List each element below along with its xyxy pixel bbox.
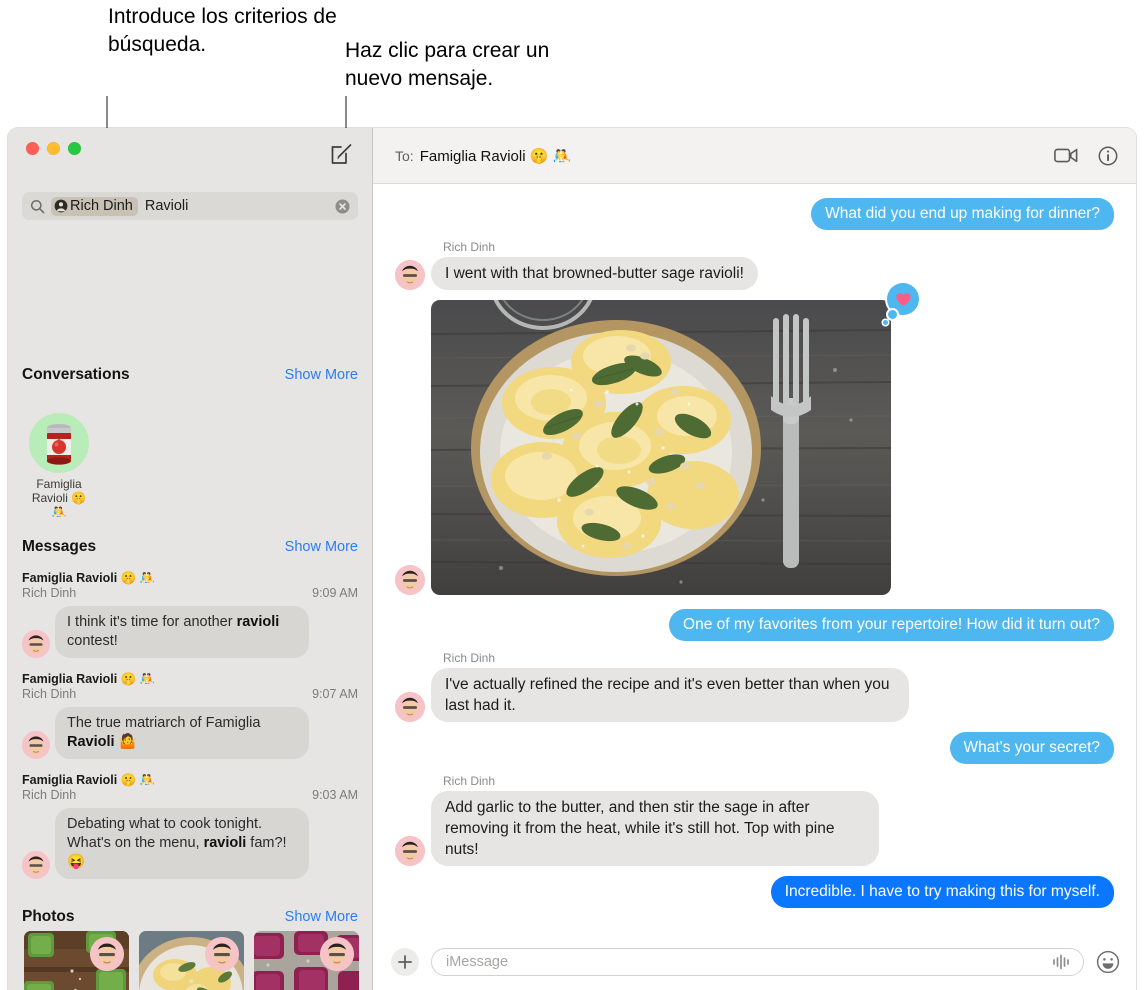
audio-waveform-icon[interactable] [1051,954,1077,970]
conversation-pane: To: Famiglia Ravioli 🤫 🤼 What did you en… [373,128,1136,990]
plate-of-sage-butter-ravioli-photo [431,300,891,595]
message-result-sender: Rich Dinh [22,586,77,600]
photo-result-item[interactable] [139,931,244,990]
message-result-sender: Rich Dinh [22,687,77,701]
message-result-time: 9:07 AM [312,687,358,701]
message-input[interactable]: iMessage [431,948,1084,976]
search-bar[interactable]: Rich Dinh Ravioli [22,192,358,220]
message-input-placeholder: iMessage [446,954,509,970]
search-token-rich-dinh[interactable]: Rich Dinh [51,196,138,216]
section-title-conversations: Conversations [22,366,130,383]
message-result-bubble: Debating what to cook tonight. What's on… [55,808,309,879]
close-button[interactable] [26,142,39,155]
maximize-button[interactable] [68,142,81,155]
message-result-conversation: Famiglia Ravioli 🤫 🤼 [22,571,156,585]
message-text-part: 🤷 [114,734,137,750]
message-result-item[interactable]: Famiglia Ravioli 🤫 🤼 Rich Dinh 9:03 AM D… [22,773,358,879]
message-result-sender: Rich Dinh [22,788,77,802]
message-result-conversation: Famiglia Ravioli 🤫 🤼 [22,672,156,686]
message-text-part: I think it's time for another [67,614,237,630]
heart-reaction-badge[interactable] [883,283,919,325]
minimize-button[interactable] [47,142,60,155]
memoji-avatar [395,692,425,722]
info-circle-icon[interactable] [1098,146,1118,166]
message-row: One of my favorites from your repertoire… [395,609,1114,641]
message-sender-name: Rich Dinh [443,240,496,254]
conversation-result-name: Famiglia Ravioli 🤫 🤼 [31,477,87,519]
conversation-result-item[interactable]: Famiglia Ravioli 🤫 🤼 [24,413,94,519]
person-circle-icon [54,199,68,212]
message-row: Rich Dinh I went with that browned-butte… [395,240,1114,290]
section-title-messages: Messages [22,538,97,555]
conversation-header: To: Famiglia Ravioli 🤫 🤼 [373,128,1136,184]
message-result-time: 9:09 AM [312,586,358,600]
message-result-time: 9:03 AM [312,788,358,802]
smiley-face-icon[interactable] [1096,950,1120,974]
section-title-photos: Photos [22,908,75,925]
message-text-highlight: ravioli [203,835,247,851]
window-controls [26,142,81,155]
show-more-conversations[interactable]: Show More [285,367,358,383]
message-row: Rich Dinh I've actually refined the reci… [395,651,1114,722]
message-text-highlight: Ravioli [67,734,115,750]
message-thread[interactable]: What did you end up making for dinner? R… [373,184,1136,934]
canned-tomato-icon [29,413,89,473]
photo-results-row [24,931,359,990]
message-result-item[interactable]: Famiglia Ravioli 🤫 🤼 Rich Dinh 9:07 AM T… [22,672,358,759]
messages-window: Rich Dinh Ravioli Conversations Show Mor… [8,128,1136,990]
callout-compose-text: Haz clic para crear un nuevo mensaje. [345,39,550,90]
incoming-message-bubble: I've actually refined the recipe and it'… [431,668,909,722]
message-text-highlight: ravioli [236,614,280,630]
message-result-item[interactable]: Famiglia Ravioli 🤫 🤼 Rich Dinh 9:09 AM I… [22,571,358,658]
message-composer: iMessage [373,934,1136,990]
memoji-avatar [22,731,50,759]
memoji-avatar [22,630,50,658]
message-sender-name: Rich Dinh [443,651,496,665]
message-row: Incredible. I have to try making this fo… [395,876,1114,908]
show-more-photos[interactable]: Show More [285,909,358,925]
to-label: To: [395,147,414,164]
section-header-messages: Messages Show More [22,538,358,556]
outgoing-message-bubble: Incredible. I have to try making this fo… [770,876,1114,908]
section-header-conversations: Conversations Show More [22,366,358,384]
video-camera-icon[interactable] [1054,147,1078,164]
photo-result-item[interactable] [254,931,359,990]
incoming-message-bubble: Add garlic to the butter, and then stir … [431,791,879,866]
memoji-avatar [395,565,425,595]
clear-circle-icon[interactable] [335,199,350,214]
memoji-avatar [205,937,239,971]
search-icon [30,199,45,214]
photo-result-item[interactable] [24,931,129,990]
message-result-bubble: I think it's time for another ravioli co… [55,606,309,658]
callout-search-text: Introduce los criterios de búsqueda. [108,5,337,56]
message-row [395,283,1114,595]
outgoing-message-bubble: One of my favorites from your repertoire… [669,609,1114,641]
memoji-avatar [90,937,124,971]
message-text-part: The true matriarch of Famiglia [67,715,261,731]
message-text-part: contest! [67,633,118,649]
sidebar: Rich Dinh Ravioli Conversations Show Mor… [8,128,373,990]
search-input[interactable]: Ravioli [145,198,335,214]
show-more-messages[interactable]: Show More [285,539,358,555]
message-result-bubble: The true matriarch of Famiglia Ravioli 🤷 [55,707,309,759]
message-sender-name: Rich Dinh [443,774,496,788]
plus-icon[interactable] [391,948,419,976]
incoming-message-bubble: I went with that browned-butter sage rav… [431,257,758,290]
memoji-avatar [395,836,425,866]
message-row: What did you end up making for dinner? [395,198,1114,230]
message-row: Rich Dinh Add garlic to the butter, and … [395,774,1114,866]
search-token-label: Rich Dinh [70,197,133,214]
section-header-photos: Photos Show More [22,908,358,926]
message-result-conversation: Famiglia Ravioli 🤫 🤼 [22,773,156,787]
image-message[interactable] [431,283,919,595]
compose-icon[interactable] [328,140,356,168]
memoji-avatar [320,937,354,971]
memoji-avatar [22,851,50,879]
outgoing-message-bubble: What's your secret? [949,732,1114,764]
outgoing-message-bubble: What did you end up making for dinner? [811,198,1114,230]
memoji-avatar [395,260,425,290]
recipient-name[interactable]: Famiglia Ravioli 🤫 🤼 [420,147,1034,165]
message-row: What's your secret? [395,732,1114,764]
